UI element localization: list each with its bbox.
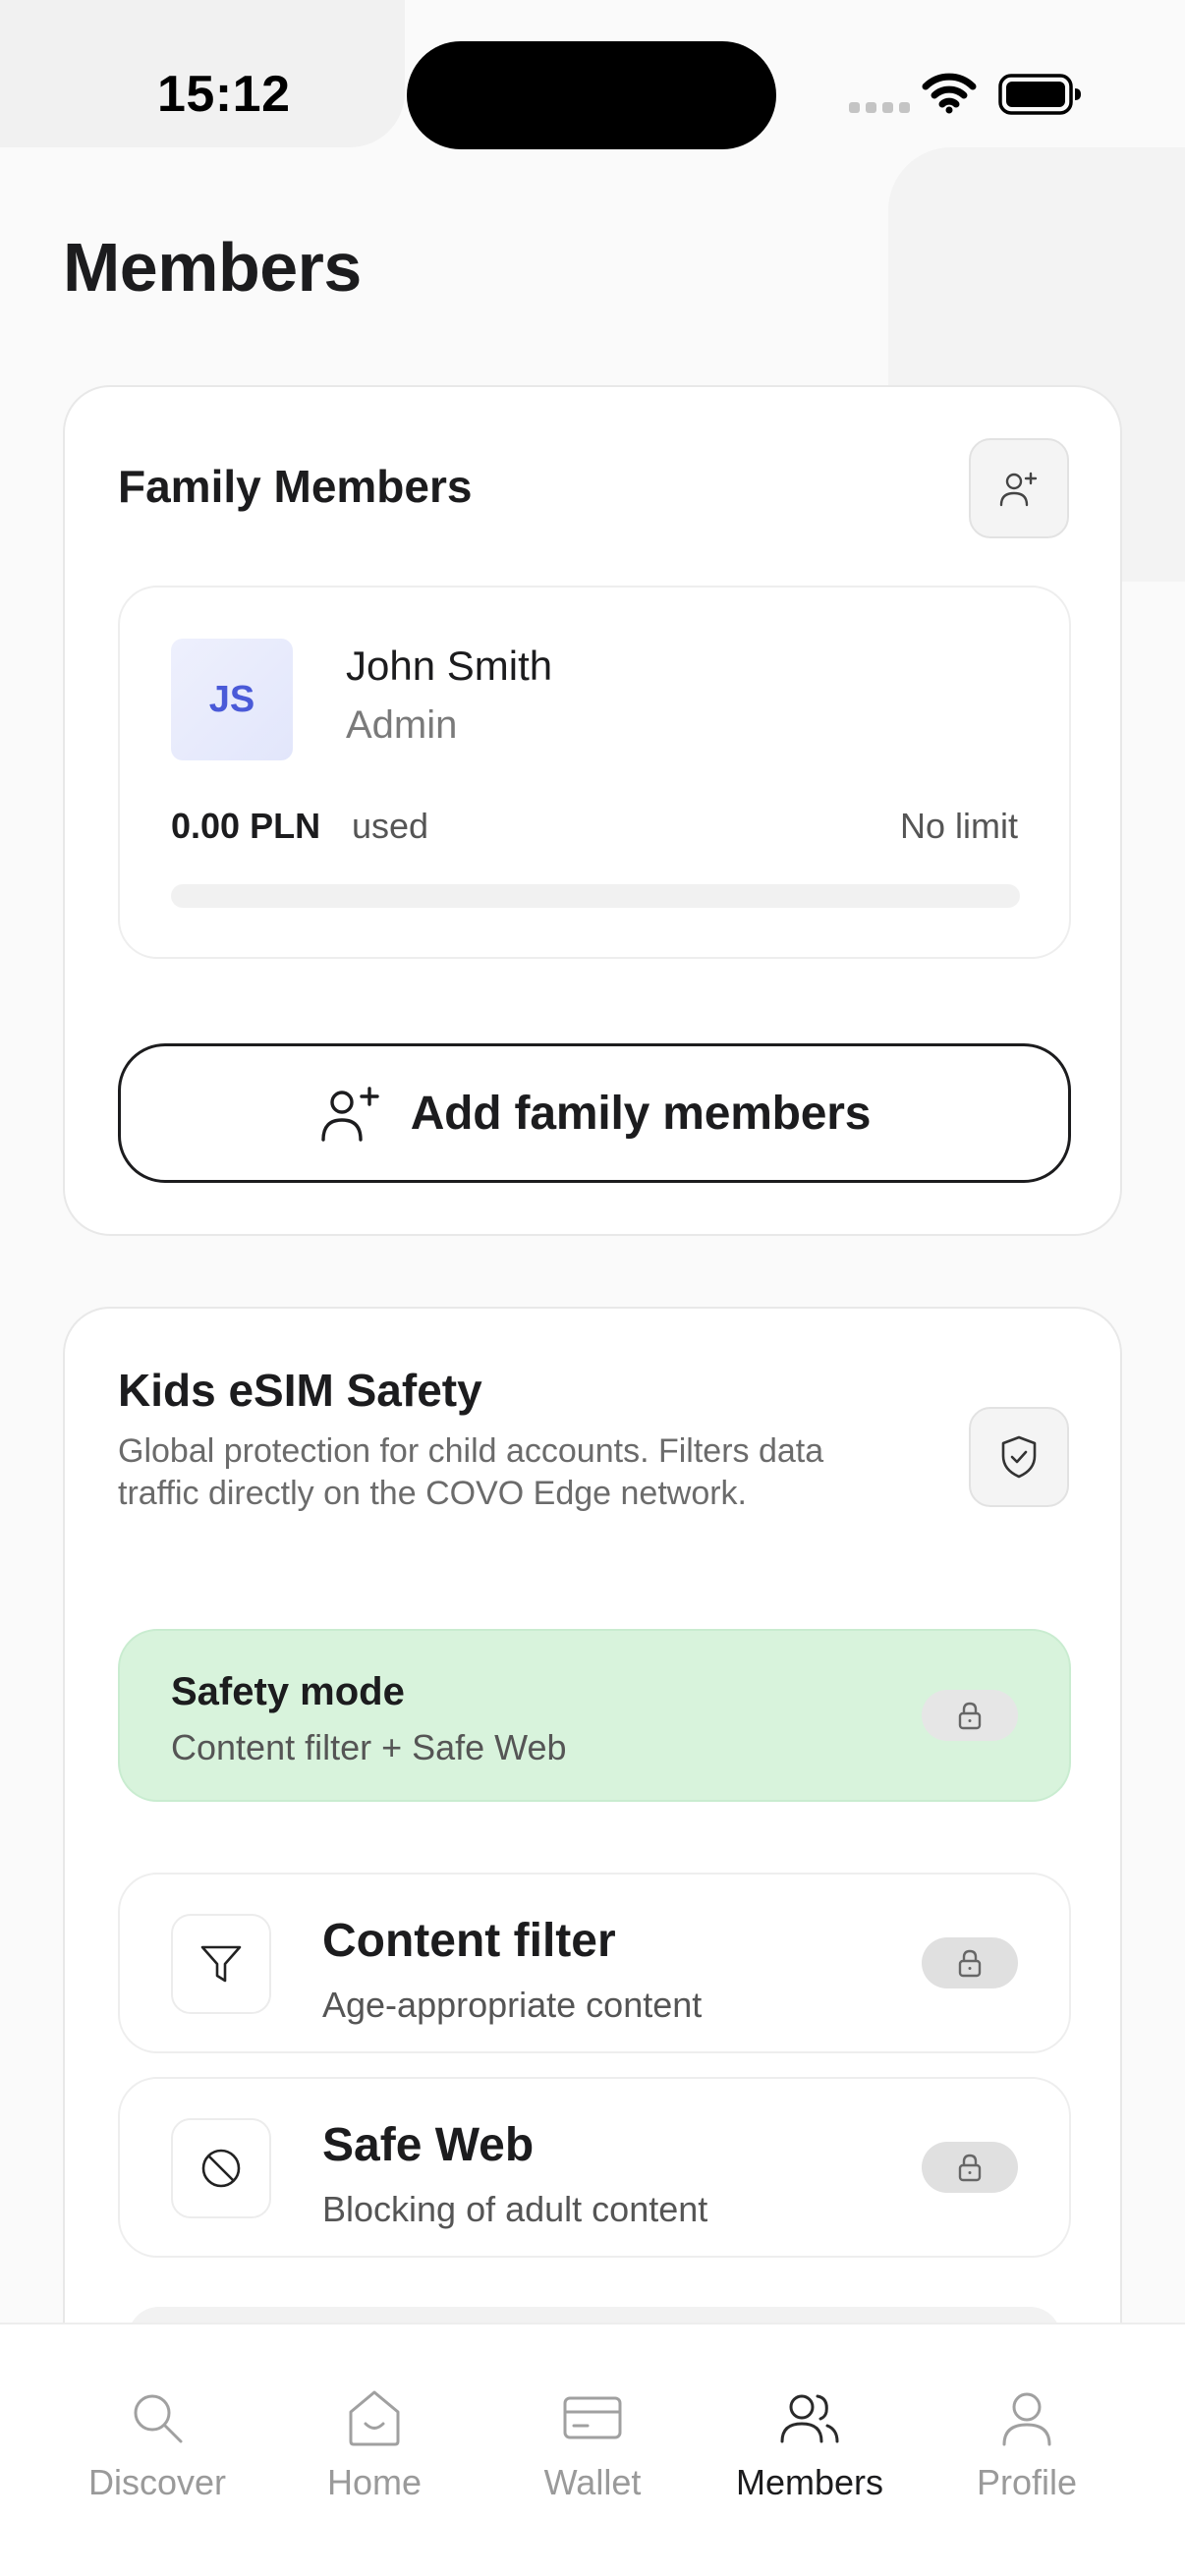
tab-discover[interactable]: Discover [49,2385,265,2503]
tab-members[interactable]: Members [702,2385,918,2503]
avatar: JS [171,639,293,760]
search-icon [134,2394,183,2443]
tab-profile[interactable]: Profile [919,2385,1135,2503]
home-icon [349,2390,400,2446]
safe-web-lock-toggle[interactable] [922,2142,1018,2193]
page-title: Members [63,229,362,306]
battery-icon [998,74,1081,115]
tab-wallet-label: Wallet [543,2462,642,2502]
safety-mode-subtitle: Content filter + Safe Web [171,1727,567,1767]
usage-amount: 0.00 PLN [171,806,321,846]
tab-bar: Discover Home Wallet Members Profile [0,2323,1185,2576]
member-card[interactable]: JS John Smith Admin 0.00 PLN used No lim… [118,586,1071,959]
content-filter-lock-toggle[interactable] [922,1937,1018,1988]
tab-members-label: Members [735,2462,884,2502]
tab-profile-label: Profile [976,2462,1078,2502]
safe-web-subtitle: Blocking of adult content [322,2189,708,2229]
kids-safety-description: Global protection for child accounts. Fi… [118,1432,824,1512]
status-time: 15:12 [157,66,291,123]
profile-icon [1002,2392,1051,2446]
safe-web-title: Safe Web [322,2119,535,2171]
wallet-icon [563,2396,622,2439]
safety-mode-row[interactable]: Safety mode Content filter + Safe Web [118,1629,1071,1802]
tab-wallet[interactable]: Wallet [484,2385,701,2503]
usage-progress-bar [171,884,1020,908]
usage-limit: No limit [899,806,1018,846]
member-role: Admin [346,703,458,747]
member-name: John Smith [346,643,553,689]
filter-icon-box [171,1914,271,2014]
lock-icon [958,1949,982,1978]
add-family-members-button[interactable]: Add family members [118,1043,1071,1183]
tab-discover-label: Discover [87,2462,227,2502]
block-icon-box [171,2118,271,2218]
shield-check-icon [1001,1435,1037,1479]
add-member-icon-button[interactable] [969,438,1069,538]
safety-mode-lock-toggle[interactable] [922,1690,1018,1741]
dynamic-island [407,41,776,149]
content-filter-subtitle: Age-appropriate content [322,1985,703,2025]
tab-home-label: Home [326,2462,423,2502]
content-filter-row[interactable]: Content filter Age-appropriate content [118,1873,1071,2053]
wifi-icon [922,73,977,114]
kids-safety-title: Kids eSIM Safety [118,1365,482,1416]
add-family-members-label: Add family members [410,1087,872,1140]
safety-mode-title: Safety mode [171,1670,405,1713]
members-icon [780,2394,839,2443]
safe-web-row[interactable]: Safe Web Blocking of adult content [118,2077,1071,2258]
family-members-card: Family Members JS John Smith Admin 0.00 … [63,385,1122,1236]
add-user-icon [999,472,1038,507]
cellular-signal-icon [849,102,910,113]
lock-icon [958,2154,982,2182]
add-user-icon [321,1087,379,1142]
shield-button[interactable] [969,1407,1069,1507]
filter-icon [200,1945,242,1983]
tab-home[interactable]: Home [266,2385,482,2503]
block-icon [201,2149,241,2188]
content-filter-title: Content filter [322,1915,616,1967]
family-members-title: Family Members [118,461,473,512]
kids-esim-safety-card: Kids eSIM Safety Global protection for c… [63,1307,1122,2387]
usage-label: used [352,806,429,846]
lock-icon [958,1702,982,1730]
